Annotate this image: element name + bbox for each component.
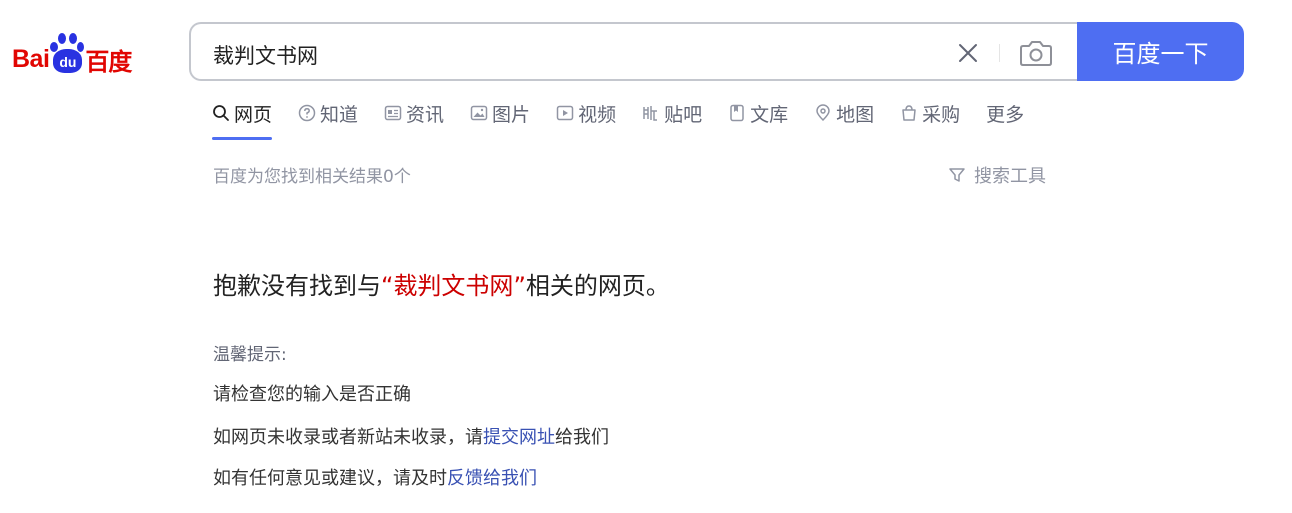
- tip-text: 如网页未收录或者新站未收录，请: [213, 427, 483, 448]
- tab-label: 图片: [492, 104, 531, 126]
- not-found-message: 抱歉没有找到与“裁判文书网”相关的网页。: [213, 266, 670, 301]
- shopping-icon: [902, 105, 916, 121]
- search-input[interactable]: 裁判文书网: [189, 22, 1079, 81]
- tip-feedback: 如有任何意见或建议，请及时反馈给我们: [213, 464, 537, 490]
- tab-web[interactable]: 网页: [212, 100, 273, 140]
- feedback-link[interactable]: 反馈给我们: [447, 468, 537, 489]
- tab-label: 采购: [922, 104, 961, 126]
- video-icon: [556, 105, 574, 121]
- not-found-suffix: 相关的网页。: [525, 272, 670, 300]
- tip-check-input: 请检查您的输入是否正确: [213, 384, 411, 405]
- tab-news[interactable]: 资讯: [384, 100, 444, 140]
- not-found-open-quote: “: [381, 272, 394, 300]
- camera-icon[interactable]: [1019, 38, 1053, 68]
- logo-du-text: du: [53, 49, 83, 73]
- tab-map[interactable]: 地图: [814, 100, 874, 140]
- tab-zhidao[interactable]: 知道: [298, 100, 358, 140]
- logo-cn-text: 百度: [85, 47, 132, 76]
- tab-label: 资讯: [406, 104, 445, 126]
- tab-images[interactable]: 图片: [470, 100, 530, 140]
- tip-text: 给我们: [555, 427, 609, 448]
- document-icon: [730, 104, 744, 122]
- tab-wenku[interactable]: 文库: [728, 100, 788, 140]
- not-found-prefix: 抱歉没有找到与: [213, 272, 381, 300]
- tip-submit-url: 如网页未收录或者新站未收录，请提交网址给我们: [213, 423, 609, 449]
- close-icon[interactable]: [956, 41, 980, 65]
- search-button[interactable]: 百度一下: [1077, 22, 1244, 81]
- search-tabs: 网页 知道 资讯 图片 视频 贴吧 文库 地图 采购 更多: [212, 100, 1050, 140]
- tab-label: 地图: [836, 104, 875, 126]
- tab-label: 网页: [234, 104, 273, 126]
- tab-shopping[interactable]: 采购: [900, 100, 960, 140]
- filter-icon: [949, 168, 965, 182]
- paw-icon: du: [50, 32, 85, 74]
- image-icon: [470, 105, 488, 121]
- search-tools-label: 搜索工具: [974, 166, 1046, 187]
- question-icon: [298, 104, 316, 122]
- search-bar: 裁判文书网 百度一下: [189, 22, 1244, 81]
- tips-title: 温馨提示:: [213, 345, 287, 365]
- not-found-query: 裁判文书网: [393, 272, 514, 300]
- tab-tieba[interactable]: 贴吧: [642, 100, 702, 140]
- tab-label: 文库: [750, 104, 789, 126]
- tieba-icon: [643, 106, 658, 121]
- search-icon: [213, 105, 229, 121]
- search-tools-button[interactable]: 搜索工具: [948, 162, 1046, 188]
- tab-video[interactable]: 视频: [556, 100, 616, 140]
- tab-more[interactable]: 更多: [986, 100, 1024, 140]
- tab-label: 更多: [986, 104, 1025, 126]
- submit-url-link[interactable]: 提交网址: [483, 427, 555, 448]
- tab-label: 贴吧: [664, 104, 703, 126]
- search-results-page: Bai du 百度 裁判文书网 百度一下 网页 知道 资讯 图片 视频 贴吧 文…: [0, 0, 1292, 513]
- baidu-logo[interactable]: Bai du 百度: [12, 28, 172, 78]
- result-count: 百度为您找到相关结果0个: [213, 167, 411, 187]
- not-found-close-quote: ”: [513, 272, 526, 300]
- divider: [999, 44, 1000, 62]
- news-icon: [384, 105, 402, 121]
- search-query-text: 裁判文书网: [213, 44, 318, 68]
- map-icon: [816, 104, 830, 122]
- tab-label: 视频: [578, 104, 617, 126]
- tip-text: 如有任何意见或建议，请及时: [213, 468, 447, 489]
- logo-bai-text: Bai: [12, 44, 50, 73]
- tab-label: 知道: [320, 104, 359, 126]
